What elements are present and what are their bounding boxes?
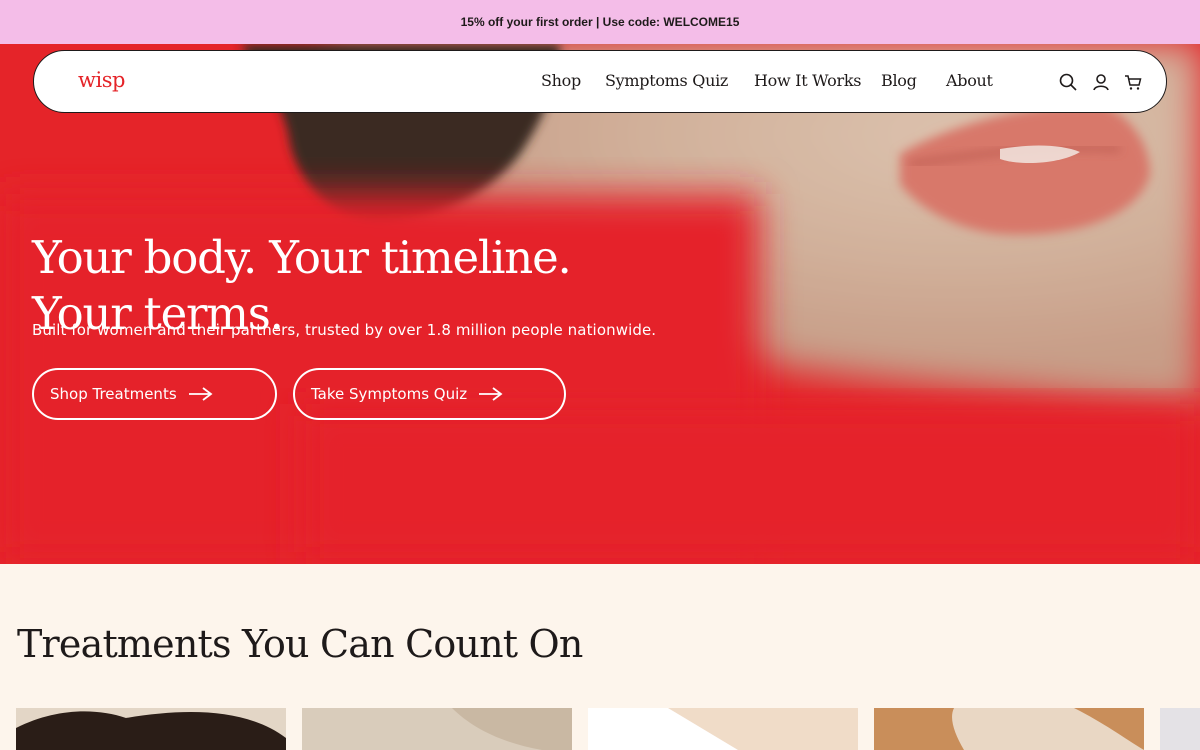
account-icon[interactable]	[1091, 72, 1111, 92]
nav-link-how-it-works[interactable]: How It Works	[754, 71, 861, 90]
hero-subtitle: Built for women and their partners, trus…	[32, 321, 657, 339]
nav-link-shop[interactable]: Shop	[541, 71, 581, 90]
main-navigation: wisp Shop Symptoms Quiz How It Works Blo…	[33, 50, 1167, 113]
shop-treatments-button[interactable]: Shop Treatments	[32, 368, 277, 420]
nav-link-about[interactable]: About	[946, 71, 993, 90]
shop-treatments-label: Shop Treatments	[50, 385, 177, 403]
nav-link-blog[interactable]: Blog	[881, 71, 917, 90]
take-symptoms-quiz-label: Take Symptoms Quiz	[311, 385, 468, 403]
logo[interactable]: wisp	[78, 68, 125, 92]
promo-text: 15% off your first order | Use code: WEL…	[460, 15, 740, 29]
arrow-right-icon	[479, 387, 503, 401]
hero-section: Your body. Your timeline. Your terms.	[0, 44, 1200, 564]
search-icon[interactable]	[1058, 72, 1078, 92]
promo-banner: 15% off your first order | Use code: WEL…	[0, 0, 1200, 44]
treatments-section-title: Treatments You Can Count On	[17, 622, 583, 666]
treatment-card[interactable]	[588, 708, 858, 750]
treatment-card[interactable]	[874, 708, 1144, 750]
hero-title-line-1: Your body. Your timeline.	[32, 231, 572, 284]
nav-link-symptoms-quiz[interactable]: Symptoms Quiz	[605, 71, 728, 90]
take-symptoms-quiz-button[interactable]: Take Symptoms Quiz	[293, 368, 566, 420]
arrow-right-icon	[188, 387, 213, 401]
cart-icon[interactable]	[1123, 72, 1143, 92]
treatment-card[interactable]	[16, 708, 286, 750]
treatment-card[interactable]	[1160, 708, 1200, 750]
treatment-card[interactable]	[302, 708, 572, 750]
